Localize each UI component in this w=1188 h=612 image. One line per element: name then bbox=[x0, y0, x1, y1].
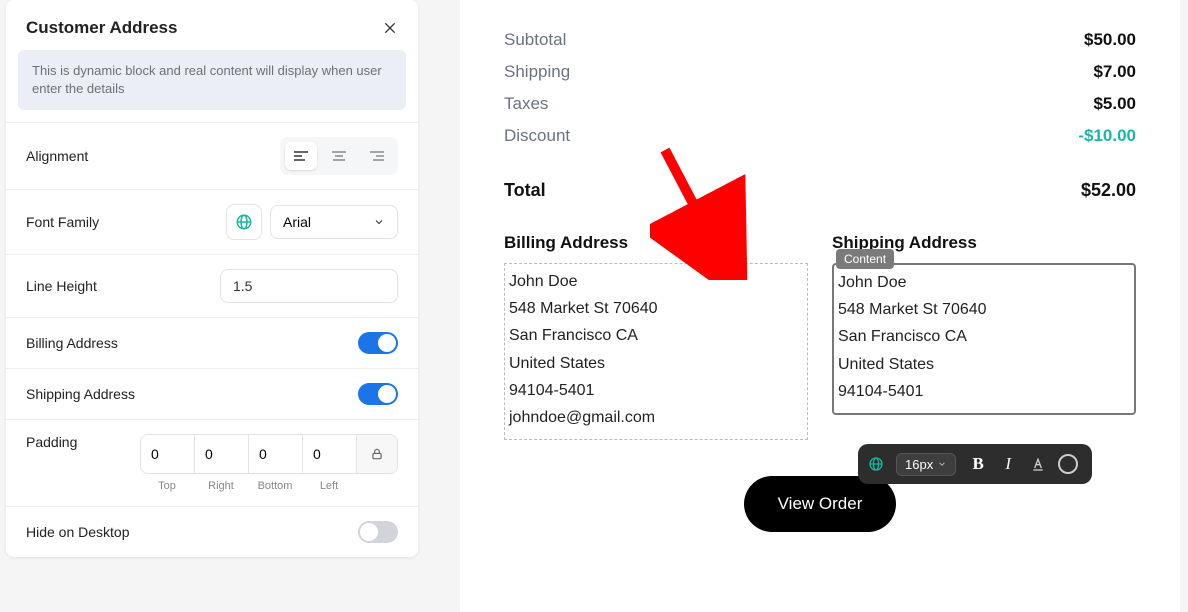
font-family-row: Font Family Arial bbox=[6, 189, 418, 254]
content-badge: Content bbox=[836, 249, 894, 269]
padding-right-input[interactable] bbox=[195, 435, 249, 473]
close-icon[interactable] bbox=[382, 20, 398, 36]
line-height-row: Line Height bbox=[6, 254, 418, 317]
shipping-column: Shipping Address Content John Doe 548 Ma… bbox=[832, 233, 1136, 440]
shipping-toggle-row: Shipping Address bbox=[6, 368, 418, 419]
background-color-button[interactable] bbox=[1054, 450, 1082, 478]
padding-bottom-input[interactable] bbox=[249, 435, 303, 473]
shipping-value: $7.00 bbox=[1093, 62, 1136, 82]
shipping-line: San Francisco CA bbox=[838, 323, 1130, 350]
summary-discount: Discount -$10.00 bbox=[504, 120, 1136, 152]
taxes-label: Taxes bbox=[504, 94, 548, 114]
padding-bottom-label: Bottom bbox=[248, 480, 302, 492]
shipping-line: 94104-5401 bbox=[838, 378, 1130, 405]
billing-line: johndoe@gmail.com bbox=[509, 404, 803, 431]
total-value: $52.00 bbox=[1081, 180, 1136, 201]
chevron-down-icon bbox=[937, 459, 947, 469]
font-family-label: Font Family bbox=[26, 214, 99, 230]
align-right-button[interactable] bbox=[361, 142, 393, 170]
align-center-button[interactable] bbox=[323, 142, 355, 170]
padding-left-input[interactable] bbox=[303, 435, 357, 473]
align-left-button[interactable] bbox=[285, 142, 317, 170]
view-order-button[interactable]: View Order bbox=[744, 476, 897, 532]
taxes-value: $5.00 bbox=[1093, 94, 1136, 114]
billing-line: John Doe bbox=[509, 268, 803, 295]
padding-inputs bbox=[140, 434, 398, 474]
text-color-icon bbox=[1030, 456, 1046, 472]
lock-icon bbox=[370, 447, 384, 461]
hide-desktop-label: Hide on Desktop bbox=[26, 524, 130, 540]
padding-lock-button[interactable] bbox=[357, 435, 397, 473]
dynamic-notice: This is dynamic block and real content w… bbox=[18, 50, 406, 110]
billing-line: 94104-5401 bbox=[509, 377, 803, 404]
padding-right-label: Right bbox=[194, 480, 248, 492]
alignment-buttons bbox=[280, 137, 398, 175]
padding-top-input[interactable] bbox=[141, 435, 195, 473]
alignment-label: Alignment bbox=[26, 148, 88, 164]
discount-value: -$10.00 bbox=[1078, 126, 1136, 146]
circle-icon bbox=[1058, 454, 1078, 474]
hide-desktop-row: Hide on Desktop bbox=[6, 506, 418, 557]
settings-sidebar: Customer Address This is dynamic block a… bbox=[6, 0, 418, 557]
summary-taxes: Taxes $5.00 bbox=[504, 88, 1136, 120]
discount-label: Discount bbox=[504, 126, 570, 146]
bold-button[interactable]: B bbox=[964, 450, 992, 478]
billing-title: Billing Address bbox=[504, 233, 808, 253]
billing-line: 548 Market St 70640 bbox=[509, 295, 803, 322]
shipping-label: Shipping bbox=[504, 62, 570, 82]
billing-address-block[interactable]: John Doe 548 Market St 70640 San Francis… bbox=[504, 263, 808, 440]
summary-shipping: Shipping $7.00 bbox=[504, 56, 1136, 88]
billing-column: Billing Address John Doe 548 Market St 7… bbox=[504, 233, 808, 440]
billing-line: San Francisco CA bbox=[509, 322, 803, 349]
sidebar-header: Customer Address bbox=[6, 0, 418, 50]
summary-total: Total $52.00 bbox=[504, 180, 1136, 201]
billing-toggle-label: Billing Address bbox=[26, 335, 118, 351]
font-size-select[interactable]: 16px bbox=[896, 453, 956, 476]
billing-line: United States bbox=[509, 350, 803, 377]
hide-desktop-toggle[interactable] bbox=[358, 521, 398, 543]
alignment-row: Alignment bbox=[6, 122, 418, 189]
total-label: Total bbox=[504, 180, 546, 201]
preview-pane: Subtotal $50.00 Shipping $7.00 Taxes $5.… bbox=[460, 0, 1180, 612]
font-globe-button[interactable] bbox=[226, 204, 262, 240]
address-columns: Billing Address John Doe 548 Market St 7… bbox=[504, 233, 1136, 440]
shipping-toggle[interactable] bbox=[358, 383, 398, 405]
billing-toggle-row: Billing Address bbox=[6, 317, 418, 368]
padding-top-label: Top bbox=[140, 480, 194, 492]
shipping-line: United States bbox=[838, 351, 1130, 378]
line-height-label: Line Height bbox=[26, 278, 97, 294]
chevron-down-icon bbox=[373, 216, 385, 228]
padding-label: Padding bbox=[26, 434, 77, 450]
font-family-value: Arial bbox=[283, 214, 311, 230]
text-color-button[interactable] bbox=[1024, 450, 1052, 478]
font-size-value: 16px bbox=[905, 457, 933, 472]
subtotal-value: $50.00 bbox=[1084, 30, 1136, 50]
padding-row: Padding Top Right Bottom Left bbox=[6, 419, 418, 506]
italic-button[interactable]: I bbox=[994, 450, 1022, 478]
summary-subtotal: Subtotal $50.00 bbox=[504, 24, 1136, 56]
font-family-select[interactable]: Arial bbox=[270, 205, 398, 239]
text-format-toolbar: 16px B I bbox=[858, 444, 1092, 484]
shipping-line: John Doe bbox=[838, 269, 1130, 296]
toolbar-globe-button[interactable] bbox=[864, 452, 888, 476]
subtotal-label: Subtotal bbox=[504, 30, 566, 50]
line-height-input[interactable] bbox=[220, 269, 398, 303]
shipping-line: 548 Market St 70640 bbox=[838, 296, 1130, 323]
shipping-address-block[interactable]: John Doe 548 Market St 70640 San Francis… bbox=[832, 263, 1136, 415]
billing-toggle[interactable] bbox=[358, 332, 398, 354]
padding-left-label: Left bbox=[302, 480, 356, 492]
shipping-toggle-label: Shipping Address bbox=[26, 386, 135, 402]
sidebar-title: Customer Address bbox=[26, 18, 177, 38]
